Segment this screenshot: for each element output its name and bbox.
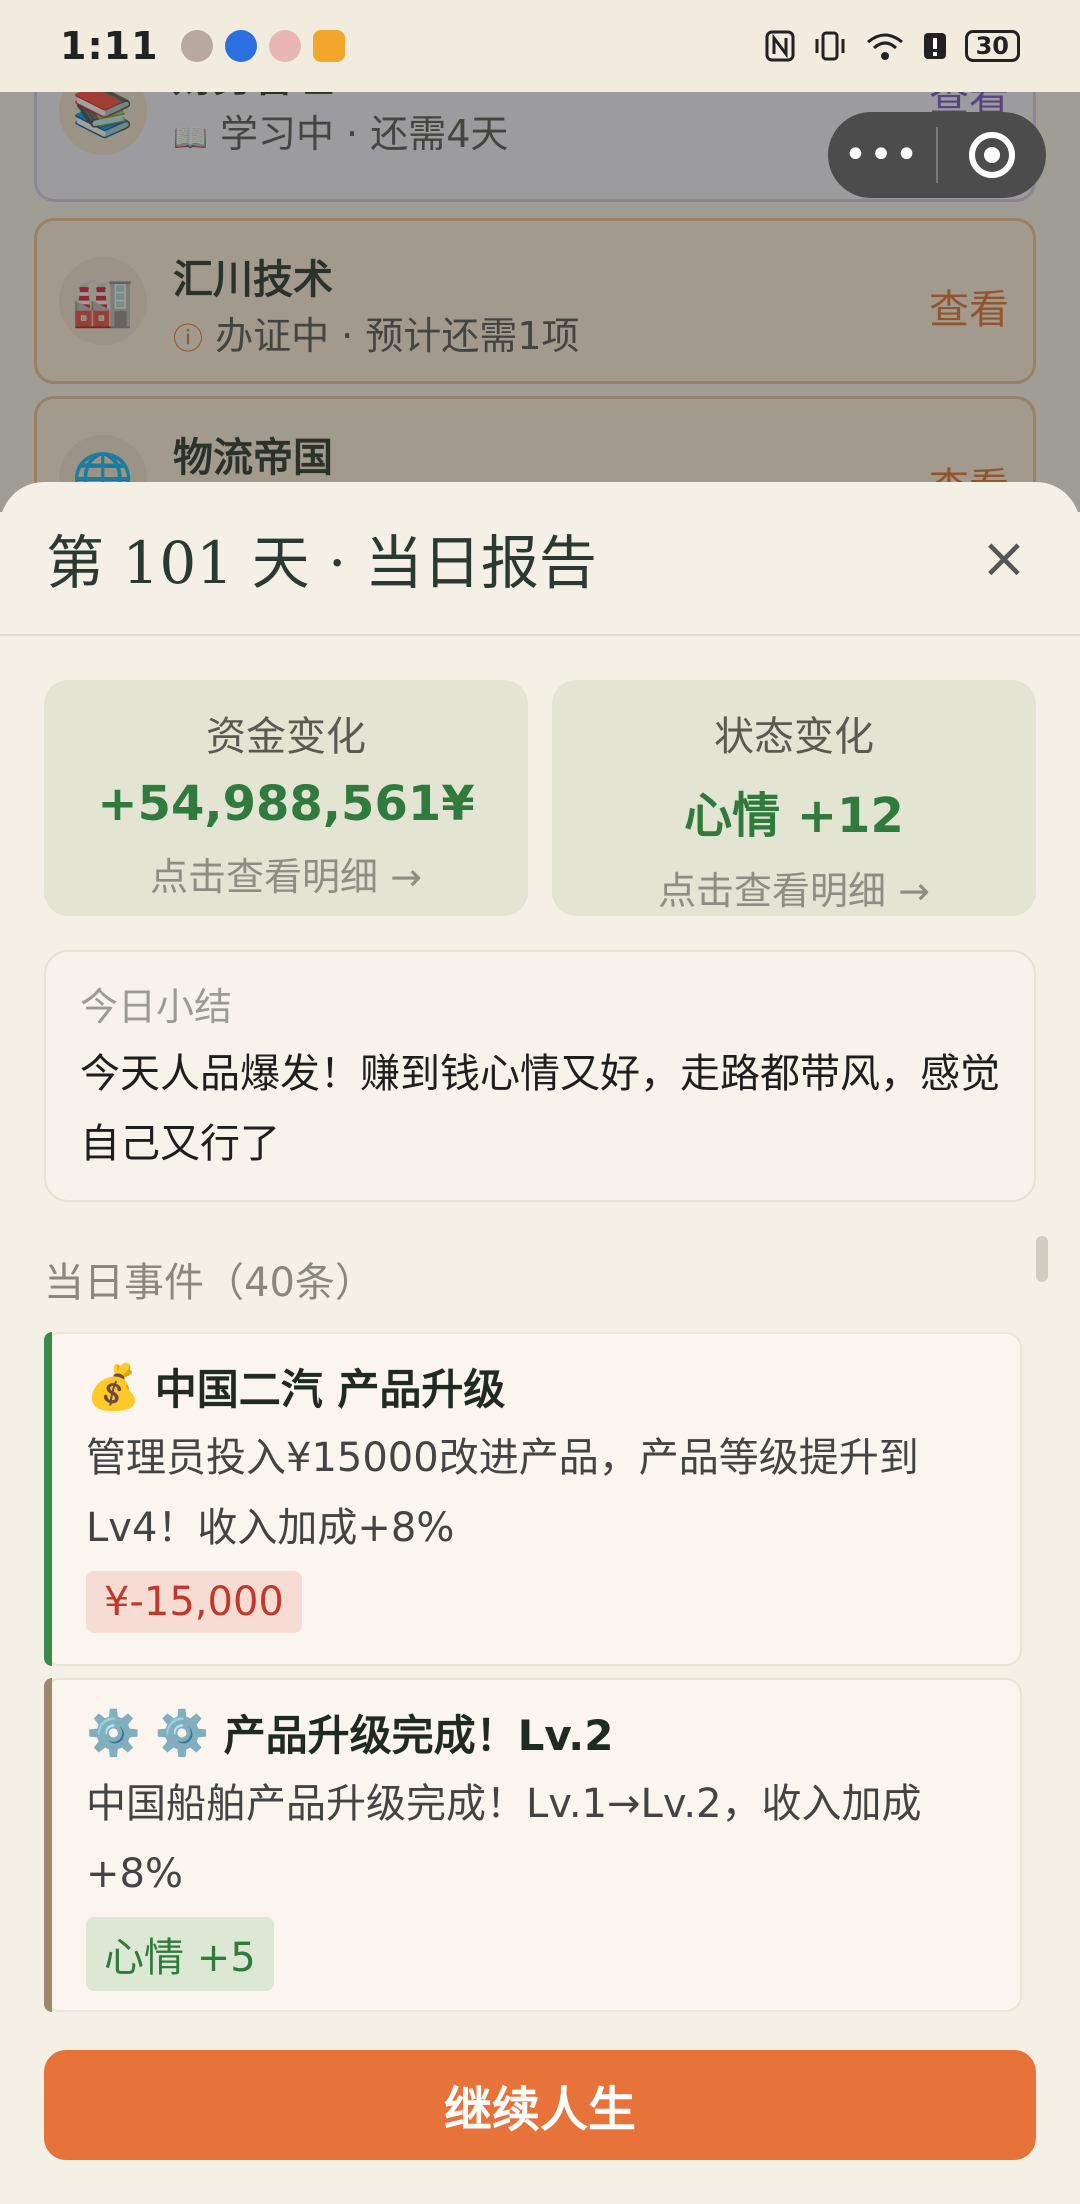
- sheet-header: 第 101 天 · 当日报告 ×: [0, 482, 1080, 636]
- app-notification-icon: [268, 30, 301, 62]
- status-bar: 1:11 30: [0, 0, 1080, 92]
- report-title: 第 101 天 · 当日报告: [46, 529, 597, 597]
- gear-icon: ⚙️ ⚙️: [86, 1707, 210, 1759]
- summary-text: 今天人品爆发！赚到钱心情又好，走路都带风，感觉自己又行了: [80, 1051, 1000, 1167]
- nfc-icon: [765, 30, 795, 62]
- system-icons: 30: [765, 30, 1020, 62]
- status-detail-link[interactable]: 点击查看明细 →: [552, 860, 1036, 915]
- money-bag-icon: 💰: [86, 1361, 141, 1413]
- app-notification-icon: [224, 30, 257, 62]
- notification-icons: [180, 30, 345, 62]
- event-description: 管理员投入¥15000改进产品，产品等级提升到Lv4！收入加成+8%: [86, 1435, 919, 1551]
- daily-report-sheet: 第 101 天 · 当日报告 × 资金变化 +54,988,561¥ 点击查看明…: [0, 482, 1080, 2204]
- money-change-label: 资金变化: [206, 714, 366, 760]
- event-description: 中国船舶产品升级完成！Lv.1→Lv.2，收入加成+8%: [86, 1781, 922, 1897]
- status-time: 1:11: [60, 24, 159, 68]
- wifi-icon: [866, 33, 903, 60]
- event-mood-tag: 心情 +5: [86, 1917, 274, 1991]
- mini-program-capsule: •••: [828, 112, 1046, 198]
- events-heading: 当日事件（40条）: [44, 1260, 375, 1306]
- event-title: 中国二汽 产品升级: [154, 1365, 506, 1414]
- continue-life-button[interactable]: 继续人生: [44, 2050, 1036, 2160]
- event-money-tag: ¥-15,000: [86, 1571, 302, 1633]
- close-button[interactable]: ×: [974, 526, 1034, 591]
- target-icon: [969, 132, 1015, 178]
- event-header: 💰 中国二汽 产品升级: [86, 1356, 980, 1417]
- battery-indicator: 30: [964, 30, 1020, 62]
- app-notification-icon: [180, 30, 213, 62]
- event-header: ⚙️ ⚙️ 产品升级完成！Lv.2: [86, 1702, 980, 1763]
- status-change-card[interactable]: 状态变化 心情 +12 点击查看明细 →: [552, 680, 1036, 916]
- event-card: 💰 中国二汽 产品升级 管理员投入¥15000改进产品，产品等级提升到Lv4！收…: [44, 1332, 1022, 1666]
- event-card: ⚙️ ⚙️ 产品升级完成！Lv.2 中国船舶产品升级完成！Lv.1→Lv.2，收…: [44, 1678, 1022, 2012]
- close-mini-program-button[interactable]: [938, 132, 1046, 178]
- money-change-value: +54,988,561¥: [97, 776, 475, 832]
- stats-row: 资金变化 +54,988,561¥ 点击查看明细 → 状态变化 心情 +12 点…: [44, 680, 1036, 916]
- daily-summary: 今日小结 今天人品爆发！赚到钱心情又好，走路都带风，感觉自己又行了: [44, 950, 1036, 1202]
- vibrate-icon: [815, 31, 845, 61]
- money-detail-link[interactable]: 点击查看明细 →: [44, 846, 528, 901]
- app-notification-icon: [312, 30, 345, 62]
- money-change-card[interactable]: 资金变化 +54,988,561¥ 点击查看明细 →: [44, 680, 528, 916]
- alert-icon: [923, 33, 946, 59]
- status-change-value: 心情 +12: [684, 788, 904, 844]
- summary-label: 今日小结: [80, 985, 233, 1029]
- status-change-label: 状态变化: [714, 714, 874, 760]
- more-options-button[interactable]: •••: [828, 132, 936, 178]
- scrollbar[interactable]: [1036, 1236, 1048, 1282]
- event-title: 产品升级完成！Lv.2: [223, 1711, 614, 1760]
